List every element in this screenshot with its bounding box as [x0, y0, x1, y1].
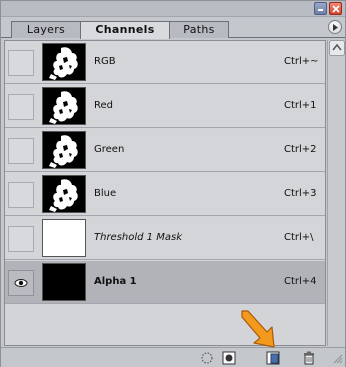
- channel-name: RGB: [94, 56, 116, 67]
- vertical-scrollbar[interactable]: [327, 40, 345, 346]
- channel-name: Threshold 1 Mask: [94, 232, 182, 243]
- scroll-up-icon[interactable]: [329, 40, 345, 56]
- channel-shortcut: Ctrl+1: [284, 100, 317, 111]
- channel-shortcut: Ctrl+~: [284, 56, 319, 67]
- channel-thumbnail: [42, 263, 86, 301]
- tab-bar: Layers Channels Paths: [1, 18, 345, 39]
- channel-name: Green: [94, 144, 125, 155]
- channel-row-threshold-mask[interactable]: Threshold 1 Mask Ctrl+\: [5, 217, 325, 260]
- dotted-circle-icon[interactable]: [199, 350, 215, 366]
- channel-thumbnail: [42, 43, 86, 81]
- channel-name: Red: [94, 100, 113, 111]
- channel-row-rgb[interactable]: RGB Ctrl+~: [5, 41, 325, 84]
- channels-panel: Layers Channels Paths RGB Ctrl+~ Red Ctr…: [0, 0, 346, 367]
- eye-icon: [14, 279, 28, 287]
- visibility-toggle[interactable]: [8, 270, 34, 296]
- minimize-icon[interactable]: [314, 2, 327, 15]
- orange-arrow-icon: [241, 310, 275, 348]
- panel-titlebar[interactable]: [1, 1, 345, 17]
- tab-paths[interactable]: Paths: [169, 21, 229, 38]
- close-icon[interactable]: [329, 2, 342, 15]
- channel-list: RGB Ctrl+~ Red Ctrl+1 Green Ctrl+2 Blue …: [4, 40, 326, 346]
- channel-shortcut: Ctrl+2: [284, 144, 317, 155]
- visibility-toggle[interactable]: [8, 182, 34, 208]
- visibility-toggle[interactable]: [8, 50, 34, 76]
- channel-shortcut: Ctrl+4: [284, 276, 317, 287]
- visibility-toggle[interactable]: [8, 226, 34, 252]
- tab-layers[interactable]: Layers: [11, 21, 81, 38]
- channel-row-green[interactable]: Green Ctrl+2: [5, 129, 325, 172]
- panel-footer: [1, 347, 345, 367]
- channel-thumbnail: [42, 219, 86, 257]
- channel-thumbnail: [42, 131, 86, 169]
- channel-thumbnail: [42, 175, 86, 213]
- channel-shortcut: Ctrl+\: [284, 232, 314, 243]
- resize-grip-icon[interactable]: [331, 352, 343, 364]
- visibility-toggle[interactable]: [8, 94, 34, 120]
- channel-row-alpha-1[interactable]: Alpha 1 Ctrl+4: [5, 261, 325, 304]
- channel-name: Alpha 1: [94, 276, 137, 287]
- panel-menu-icon[interactable]: [328, 20, 342, 34]
- channel-name: Blue: [94, 188, 117, 199]
- channel-row-red[interactable]: Red Ctrl+1: [5, 85, 325, 128]
- trash-icon[interactable]: [301, 350, 317, 366]
- new-channel-icon[interactable]: [265, 350, 281, 366]
- visibility-toggle[interactable]: [8, 138, 34, 164]
- tab-channels[interactable]: Channels: [80, 21, 170, 39]
- square-with-circle-icon[interactable]: [221, 350, 237, 366]
- channel-shortcut: Ctrl+3: [284, 188, 317, 199]
- channel-row-blue[interactable]: Blue Ctrl+3: [5, 173, 325, 216]
- channel-thumbnail: [42, 87, 86, 125]
